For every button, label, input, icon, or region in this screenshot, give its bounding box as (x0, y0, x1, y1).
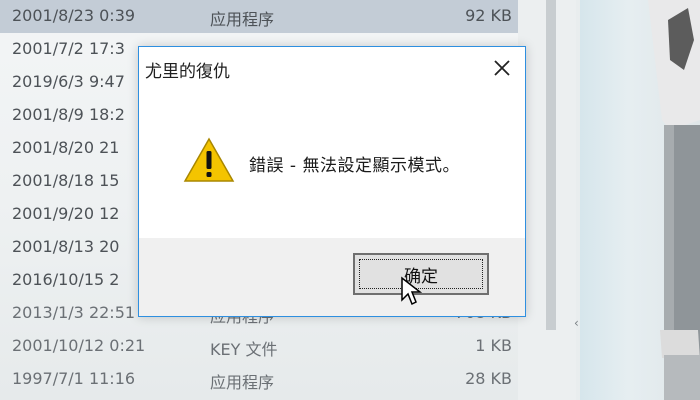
file-type: 应用程序 (210, 373, 275, 392)
file-date: 2019/6/3 9:47 (12, 72, 125, 91)
file-date: 2001/8/18 15 (12, 171, 120, 190)
mouse-cursor-icon (401, 276, 422, 306)
file-row[interactable]: 2001/10/12 0:21 KEY 文件 1 KB (0, 330, 560, 363)
file-size: 92 KB (465, 6, 512, 25)
file-size: 1 KB (475, 336, 512, 355)
file-date: 2001/8/13 20 (12, 237, 120, 256)
scrollbar-thumb[interactable] (546, 0, 556, 330)
file-row[interactable]: 1997/7/1 11:16 应用程序 28 KB (0, 363, 560, 396)
file-date: 1997/7/1 11:16 (12, 369, 136, 388)
error-dialog: 尤里的復仇 錯誤 - 無法設定顯示模式。 确定 (138, 46, 526, 317)
file-date: 2001/7/2 17:3 (12, 39, 125, 58)
wallpaper-figure (648, 0, 700, 400)
close-button[interactable] (489, 55, 515, 81)
error-message: 錯誤 - 無法設定顯示模式。 (249, 156, 460, 176)
warning-icon (183, 137, 235, 182)
file-date: 2001/8/23 0:39 (12, 6, 136, 25)
file-type: 应用程序 (210, 10, 275, 29)
file-size: 28 KB (465, 369, 512, 388)
file-row[interactable]: 2001/8/23 0:39 应用程序 92 KB (0, 0, 560, 33)
file-date: 2001/10/12 0:21 (12, 336, 146, 355)
file-date: 2001/9/20 12 (12, 204, 120, 223)
file-date: 2016/10/15 2 (12, 270, 120, 289)
file-date: 2013/1/3 22:51 (12, 303, 136, 322)
file-date: 2001/8/20 21 (12, 138, 120, 157)
dialog-title: 尤里的復仇 (145, 62, 230, 82)
file-type: KEY 文件 (210, 340, 278, 359)
close-icon (494, 60, 510, 76)
chevron-icon: ‹ (574, 316, 579, 330)
file-date: 2001/8/9 18:2 (12, 105, 125, 124)
